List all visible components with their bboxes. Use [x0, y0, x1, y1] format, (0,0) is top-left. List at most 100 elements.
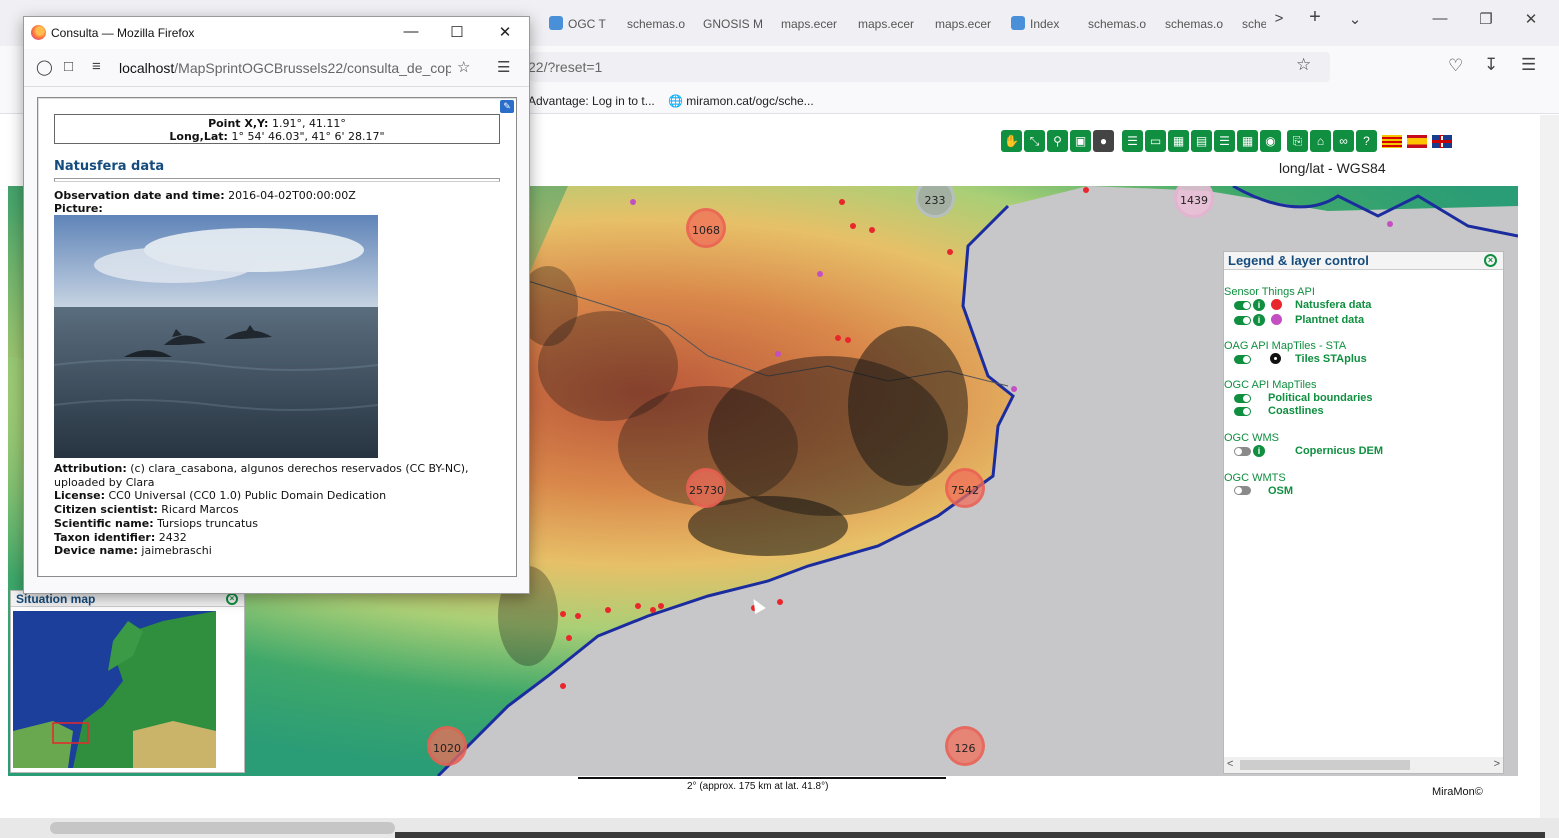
download-icon[interactable]: ↧ [1484, 55, 1498, 75]
cluster-7542[interactable]: 7542 [945, 468, 985, 508]
tab-ogc[interactable]: OGC T [549, 10, 619, 38]
toggle-political-boundaries[interactable] [1234, 394, 1251, 403]
taskbar-strip [395, 832, 1545, 838]
scale-bar [578, 777, 946, 779]
popup-address-bar[interactable]: ◯ □ ≡ localhost/MapSprintOGCBrussels22/c… [24, 49, 529, 87]
pin-icon[interactable]: ◉ [1260, 130, 1281, 152]
layer-osm[interactable]: OSM [1268, 485, 1293, 497]
layer-natusfera[interactable]: Natusfera data [1295, 299, 1371, 311]
tab-maps-2[interactable]: maps.ecer [858, 10, 918, 38]
list-tabs-icon[interactable]: ⌄ [1340, 10, 1370, 28]
popup-menu-icon[interactable]: ☰ [497, 58, 510, 76]
zoom-window-icon[interactable]: ⚲ [1047, 130, 1068, 152]
query-icon[interactable]: ● [1093, 130, 1114, 152]
tab-schemas-2[interactable]: schemas.o [1088, 10, 1148, 38]
stack-icon[interactable]: ☰ [1214, 130, 1235, 152]
popup-close-icon[interactable]: ✕ [493, 23, 517, 41]
layer-political-boundaries[interactable]: Political boundaries [1268, 392, 1373, 404]
scientific-name-row: Scientific name: Tursiops truncatus [54, 516, 258, 530]
address-bar[interactable] [530, 52, 1330, 82]
popup-minimize-icon[interactable]: — [399, 23, 423, 40]
legend-scroll-thumb[interactable] [1240, 760, 1410, 770]
layer-coastlines[interactable]: Coastlines [1268, 405, 1324, 417]
new-tab-icon[interactable]: + [1300, 6, 1330, 29]
bookmark-advantage[interactable]: Advantage: Log in to t... [528, 94, 655, 108]
plantnet-symbol-icon [1271, 314, 1282, 325]
restore-icon[interactable]: ❐ [1471, 10, 1501, 28]
page-vertical-scrollbar[interactable] [1540, 115, 1559, 820]
group-ogc-maptiles: OGC API MapTiles [1224, 379, 1317, 391]
close-icon[interactable]: ✕ [1516, 10, 1546, 28]
toggle-copernicus-dem[interactable] [1234, 447, 1251, 456]
scroll-left-icon[interactable]: < [1227, 758, 1233, 770]
section-divider [54, 178, 500, 182]
popup-window: Consulta — Mozilla Firefox — ☐ ✕ ◯ □ ≡ l… [23, 16, 530, 594]
page-horizontal-scrollbar[interactable] [0, 818, 1559, 838]
tab-maps-1[interactable]: maps.ecer [781, 10, 841, 38]
zoom-extent-icon[interactable]: ⤡ [1024, 130, 1045, 152]
legend-panel: Legend & layer control × Sensor Things A… [1223, 251, 1504, 774]
popup-maximize-icon[interactable]: ☐ [445, 23, 469, 41]
catalan-flag-icon[interactable] [1382, 135, 1402, 148]
toggle-osm[interactable] [1234, 486, 1251, 495]
legend-title: Legend & layer control [1224, 252, 1503, 270]
info-icon[interactable]: i [1253, 445, 1265, 457]
toggle-plantnet[interactable] [1234, 316, 1251, 325]
pocket-icon[interactable]: ♡ [1448, 56, 1463, 76]
scroll-right-icon[interactable]: > [1494, 758, 1500, 770]
legend-close-icon[interactable]: × [1484, 254, 1497, 267]
toggle-coastlines[interactable] [1234, 407, 1251, 416]
cluster-126[interactable]: 126 [945, 726, 985, 766]
screen-icon[interactable]: ▭ [1145, 130, 1166, 152]
toggle-tiles-staplus[interactable] [1234, 355, 1251, 364]
menu-icon[interactable]: ☰ [1521, 55, 1536, 75]
table-icon[interactable]: ▤ [1191, 130, 1212, 152]
permissions-icon[interactable]: ≡ [92, 58, 101, 75]
crs-label: long/lat - WGS84 [1279, 160, 1386, 176]
shield-icon[interactable]: ◯ [36, 58, 53, 76]
legend-scrollbar[interactable]: < > [1224, 757, 1503, 773]
situation-map-close-icon[interactable]: × [226, 593, 238, 605]
image-icon[interactable]: ▣ [1070, 130, 1091, 152]
info-icon[interactable]: i [1253, 299, 1265, 311]
pan-icon[interactable]: ✋ [1001, 130, 1022, 152]
situation-map-image[interactable] [13, 611, 216, 768]
minimize-icon[interactable]: — [1425, 10, 1455, 27]
layer-tiles-staplus[interactable]: Tiles STAplus [1295, 353, 1367, 365]
natusfera-symbol-icon [1271, 299, 1282, 310]
toggle-natusfera[interactable] [1234, 301, 1251, 310]
popup-bookmark-star-icon[interactable]: ☆ [457, 58, 470, 76]
dolphin-photo[interactable] [54, 215, 378, 458]
tab-index[interactable]: Index [1011, 10, 1076, 38]
link-icon[interactable]: ∞ [1333, 130, 1354, 152]
cluster-25730[interactable]: 25730 [686, 468, 726, 508]
info-icon[interactable]: i [1253, 314, 1265, 326]
layer-copernicus-dem[interactable]: Copernicus DEM [1295, 445, 1383, 457]
edit-icon[interactable]: ✎ [500, 100, 514, 113]
tab-maps-3[interactable]: maps.ecer [935, 10, 995, 38]
tab-scroll-right-icon[interactable]: > [1264, 10, 1294, 27]
tab-schemas-4[interactable]: sche [1242, 10, 1266, 38]
page-scroll-thumb[interactable] [50, 822, 395, 834]
point-xy-value: 1.91°, 41.11° [271, 117, 346, 130]
cluster-1068[interactable]: 1068 [686, 208, 726, 248]
english-flag-icon[interactable] [1432, 135, 1452, 148]
bookmark-star-icon[interactable]: ☆ [1296, 55, 1311, 75]
page-icon[interactable]: □ [64, 58, 73, 75]
spanish-flag-icon[interactable] [1407, 135, 1427, 148]
attribution-row: Attribution: (c) clara_casabona, algunos… [54, 462, 469, 489]
tab-schemas-3[interactable]: schemas.o [1165, 10, 1225, 38]
dolphin-image [54, 215, 378, 458]
cluster-1020[interactable]: 1020 [427, 726, 467, 766]
layers-image-icon[interactable]: ▦ [1168, 130, 1189, 152]
help-icon[interactable]: ? [1356, 130, 1377, 152]
settings-icon[interactable]: ☰ [1122, 130, 1143, 152]
coordinates-box: Point X,Y: 1.91°, 41.11° Long,Lat: 1° 54… [54, 114, 500, 144]
calculator-icon[interactable]: ▦ [1237, 130, 1258, 152]
print-icon[interactable]: ⎘ [1287, 130, 1308, 152]
home-icon[interactable]: ⌂ [1310, 130, 1331, 152]
tab-gnosis[interactable]: GNOSIS M [703, 10, 763, 38]
layer-plantnet[interactable]: Plantnet data [1295, 314, 1364, 326]
tab-schemas-1[interactable]: schemas.o [627, 10, 687, 38]
bookmark-miramon[interactable]: 🌐 miramon.cat/ogc/sche... [668, 94, 814, 108]
